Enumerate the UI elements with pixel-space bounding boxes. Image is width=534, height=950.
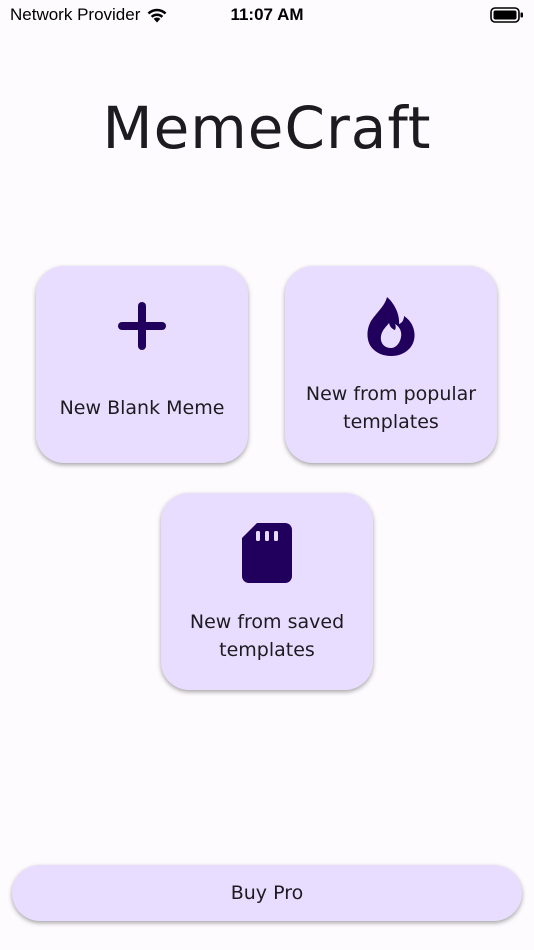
new-from-saved-templates-button[interactable]: New from saved templates	[161, 493, 373, 690]
buy-pro-button[interactable]: Buy Pro	[12, 865, 522, 921]
new-from-popular-templates-label: New from popular templates	[305, 383, 477, 433]
app-title: MemeCraft	[102, 94, 432, 162]
new-from-saved-templates-label: New from saved templates	[189, 611, 345, 661]
new-from-popular-templates-button[interactable]: New from popular templates	[285, 266, 497, 463]
flame-icon	[367, 297, 415, 356]
new-blank-meme-label: New Blank Meme	[59, 397, 225, 419]
battery-full-icon	[490, 7, 523, 23]
plus-icon	[118, 302, 166, 350]
new-blank-meme-button[interactable]: New Blank Meme	[36, 266, 248, 463]
status-bar: Network Provider 11:07 AM	[0, 0, 534, 30]
status-time: 11:07 AM	[230, 5, 304, 24]
sd-card-icon	[242, 523, 292, 583]
